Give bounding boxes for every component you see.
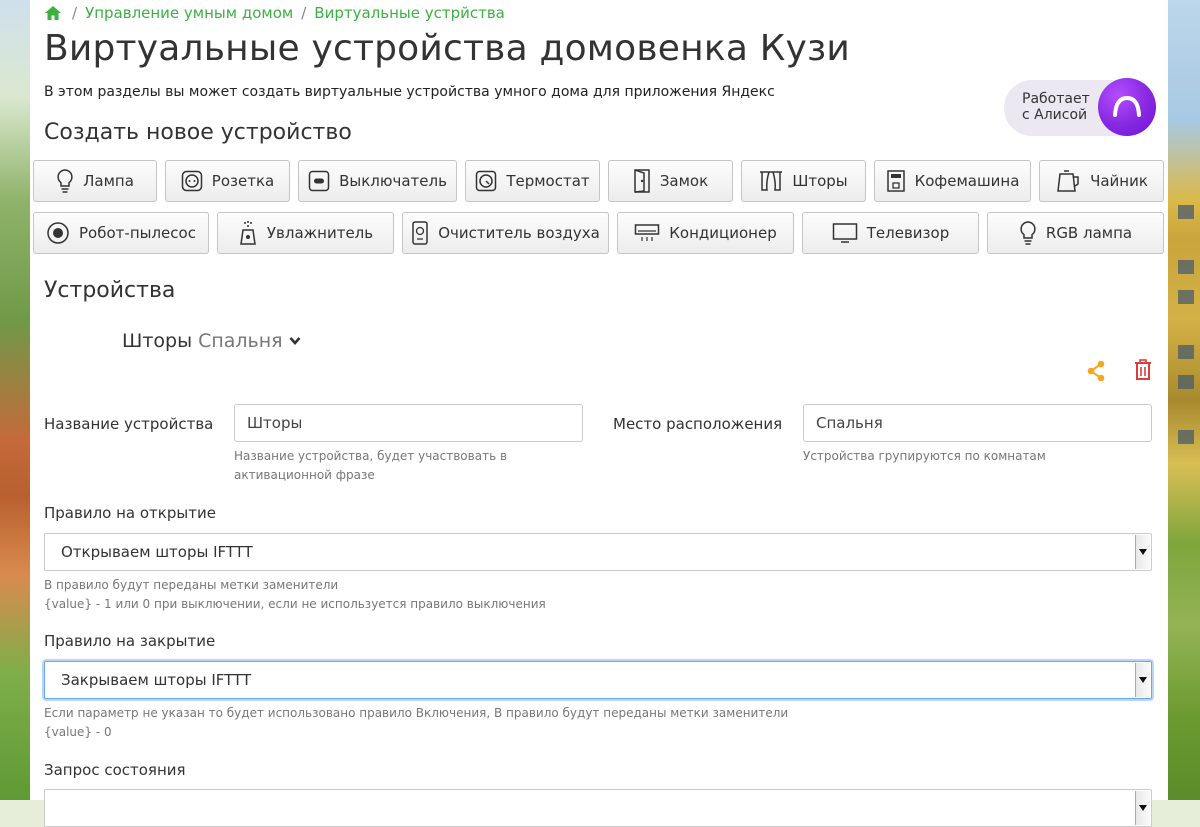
open-rule-value: Открываем шторы IFTTT <box>61 543 253 561</box>
close-rule-value: Закрываем шторы IFTTT <box>61 671 252 689</box>
close-rule-help-2: {value} - 0 <box>44 725 112 739</box>
state-request-select[interactable] <box>44 789 1152 827</box>
air-conditioner-icon <box>635 224 660 241</box>
open-rule-select[interactable]: Открываем шторы IFTTT <box>44 533 1152 571</box>
create-thermostat-button[interactable]: Термостат <box>465 160 600 202</box>
select-arrow-icon <box>1135 535 1150 569</box>
create-tv-button[interactable]: Телевизор <box>802 212 979 254</box>
trash-icon[interactable] <box>1133 359 1153 385</box>
button-label: Робот-пылесос <box>79 224 196 242</box>
create-humidifier-button[interactable]: Увлажнитель <box>217 212 394 254</box>
create-lock-button[interactable]: Замок <box>608 160 733 202</box>
state-request-label: Запрос состояния <box>44 761 186 779</box>
share-icon[interactable] <box>1086 360 1106 386</box>
thermostat-icon <box>476 170 497 192</box>
kettle-icon <box>1057 170 1079 192</box>
chevron-down-icon <box>289 337 301 345</box>
page-container: / Управление умным домом / Виртуальные у… <box>30 0 1168 827</box>
create-robot-vacuum-button[interactable]: Робот-пылесос <box>33 212 209 254</box>
lamp-icon <box>57 169 73 193</box>
device-location-input[interactable]: Спальня <box>803 404 1152 442</box>
create-lamp-button[interactable]: Лампа <box>33 160 157 202</box>
select-arrow-icon <box>1135 663 1150 697</box>
socket-icon <box>181 170 203 192</box>
open-rule-label: Правило на открытие <box>44 504 216 522</box>
button-label: Очиститель воздуха <box>438 224 600 242</box>
device-toggle[interactable]: Шторы Спальня <box>122 330 301 352</box>
alice-badge-text: Работает с Алисой <box>1022 91 1090 123</box>
breadcrumb: / Управление умным домом / Виртуальные у… <box>44 4 505 22</box>
create-curtains-button[interactable]: Шторы <box>741 160 866 202</box>
alice-badge-line2: с Алисой <box>1022 107 1088 123</box>
device-name-help: Название устройства, будет участвовать в… <box>234 449 508 482</box>
open-rule-help-1: В правило будут переданы метки заменител… <box>44 578 339 592</box>
alice-badge-line1: Работает <box>1022 91 1090 107</box>
device-name: Шторы <box>122 330 193 352</box>
device-location-label: Место расположения <box>613 415 783 433</box>
button-label: Термостат <box>506 172 590 190</box>
curtains-icon <box>760 171 783 191</box>
create-kettle-button[interactable]: Чайник <box>1039 160 1164 202</box>
button-label: Замок <box>659 172 709 190</box>
devices-heading: Устройства <box>44 278 176 303</box>
button-label: Выключатель <box>339 172 447 190</box>
close-rule-label: Правило на закрытие <box>44 632 216 650</box>
humidifier-icon <box>240 221 256 245</box>
alice-badge[interactable]: Работает с Алисой <box>1004 78 1156 136</box>
switch-icon <box>308 170 330 192</box>
create-rgb-lamp-button[interactable]: RGB лампа <box>987 212 1164 254</box>
button-label: Розетка <box>211 172 275 190</box>
robot-vacuum-icon <box>47 222 69 244</box>
button-label: Телевизор <box>866 224 950 242</box>
create-coffee-machine-button[interactable]: Кофемашина <box>874 160 1031 202</box>
button-label: Чайник <box>1090 172 1148 190</box>
create-device-heading: Создать новое устройство <box>44 120 352 145</box>
breadcrumb-separator: / <box>72 4 78 22</box>
button-label: Кофемашина <box>914 172 1020 190</box>
background-right <box>1168 0 1200 800</box>
open-rule-help-2: {value} - 1 или 0 при выключении, если н… <box>44 597 546 611</box>
button-label: Шторы <box>792 172 848 190</box>
breadcrumb-virtual-devices-link[interactable]: Виртуальные устрйства <box>314 4 505 22</box>
device-name-input[interactable]: Шторы <box>234 404 583 442</box>
device-location-help: Устройства групируются по комнатам <box>803 449 1046 463</box>
alice-logo-icon <box>1098 78 1156 136</box>
device-room: Спальня <box>198 330 283 352</box>
page-title: Виртуальные устройства домовенка Кузи <box>44 28 850 69</box>
create-air-conditioner-button[interactable]: Кондиционер <box>617 212 794 254</box>
home-icon[interactable] <box>44 5 62 21</box>
background-left <box>0 0 30 800</box>
create-air-purifier-button[interactable]: Очиститель воздуха <box>402 212 609 254</box>
rgb-lamp-icon <box>1020 221 1036 245</box>
select-arrow-icon <box>1135 791 1150 825</box>
button-label: Лампа <box>83 172 134 190</box>
breadcrumb-separator: / <box>301 4 307 22</box>
coffee-machine-icon <box>886 170 905 192</box>
create-socket-button[interactable]: Розетка <box>165 160 290 202</box>
page-intro: В этом разделы вы может создать виртуаль… <box>44 84 775 100</box>
tv-icon <box>832 223 857 243</box>
close-rule-help-1: Если параметр не указан то будет использ… <box>44 706 789 720</box>
close-rule-select[interactable]: Закрываем шторы IFTTT <box>44 661 1152 699</box>
button-label: RGB лампа <box>1045 224 1133 242</box>
button-label: Увлажнитель <box>266 224 374 242</box>
lock-door-icon <box>634 169 650 193</box>
device-name-label: Название устройства <box>44 415 214 433</box>
breadcrumb-smart-home-link[interactable]: Управление умным домом <box>85 4 293 22</box>
create-switch-button[interactable]: Выключатель <box>298 160 457 202</box>
air-purifier-icon <box>412 221 428 245</box>
button-label: Кондиционер <box>669 224 777 242</box>
